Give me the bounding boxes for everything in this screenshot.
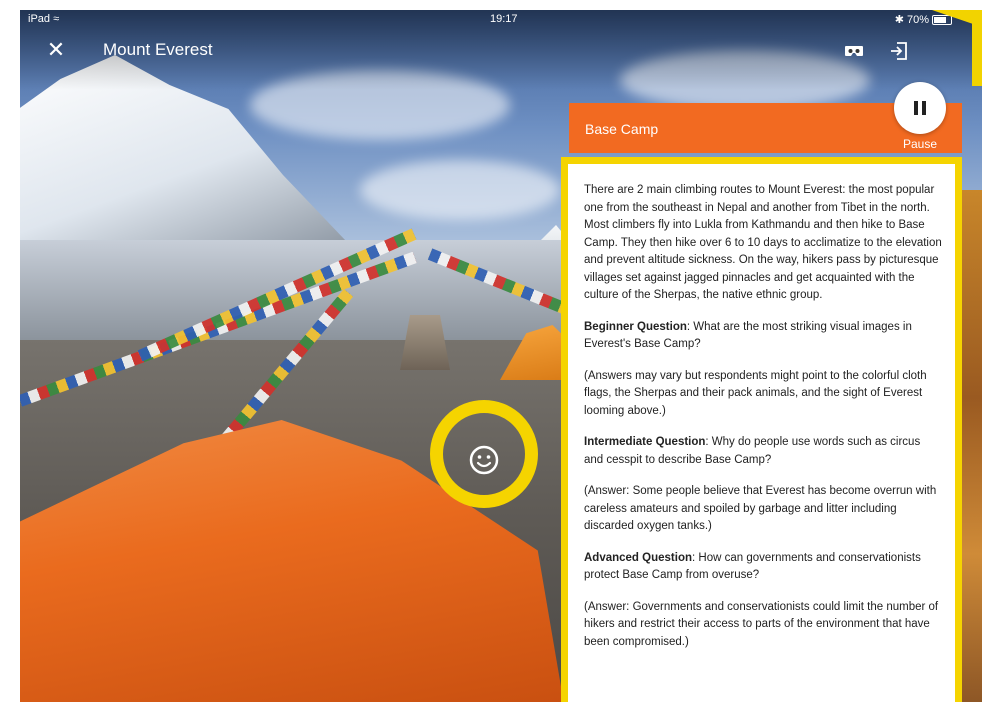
- question-level: Advanced Question: [584, 551, 692, 564]
- panel-body[interactable]: There are 2 main climbing routes to Moun…: [561, 157, 962, 702]
- device-label: iPad ≈: [28, 13, 60, 25]
- battery-icon: [932, 15, 952, 26]
- panel-content: There are 2 main climbing routes to Moun…: [584, 182, 942, 665]
- clock: 19:17: [490, 13, 518, 25]
- pause-button[interactable]: [894, 82, 946, 134]
- intermediate-question: Intermediate Question: Why do people use…: [584, 434, 942, 469]
- advanced-answer: (Answer: Governments and conservationist…: [584, 600, 939, 648]
- question-level: Intermediate Question: [584, 436, 706, 448]
- beginner-answer: (Answers may vary but respondents might …: [584, 369, 927, 417]
- intermediate-answer: (Answer: Some people believe that Everes…: [584, 485, 937, 532]
- smiley-icon[interactable]: [468, 444, 500, 476]
- pause-icon: [914, 101, 918, 115]
- intro-text: There are 2 main climbing routes to Moun…: [584, 184, 942, 301]
- advanced-question: Advanced Question: How can governments a…: [584, 550, 942, 585]
- close-icon[interactable]: ✕: [44, 38, 68, 62]
- cloud: [360, 160, 560, 220]
- exit-icon[interactable]: [888, 40, 910, 62]
- top-bar: iPad ≈ 19:17 ✱ 70% ✕ Mount Everest: [20, 10, 982, 90]
- background-strip: [962, 190, 982, 702]
- panel-title: Base Camp: [585, 121, 659, 137]
- beginner-question: Beginner Question: What are the most str…: [584, 319, 942, 354]
- page-title: Mount Everest: [103, 40, 213, 59]
- question-level: Beginner Question: [584, 320, 687, 333]
- battery-status: ✱ 70%: [895, 13, 952, 26]
- pause-icon: [922, 101, 926, 115]
- cardboard-vr-icon[interactable]: [843, 40, 865, 62]
- pause-label: Pause: [902, 137, 938, 151]
- everest-viewer: iPad ≈ 19:17 ✱ 70% ✕ Mount Everest Base …: [20, 10, 982, 702]
